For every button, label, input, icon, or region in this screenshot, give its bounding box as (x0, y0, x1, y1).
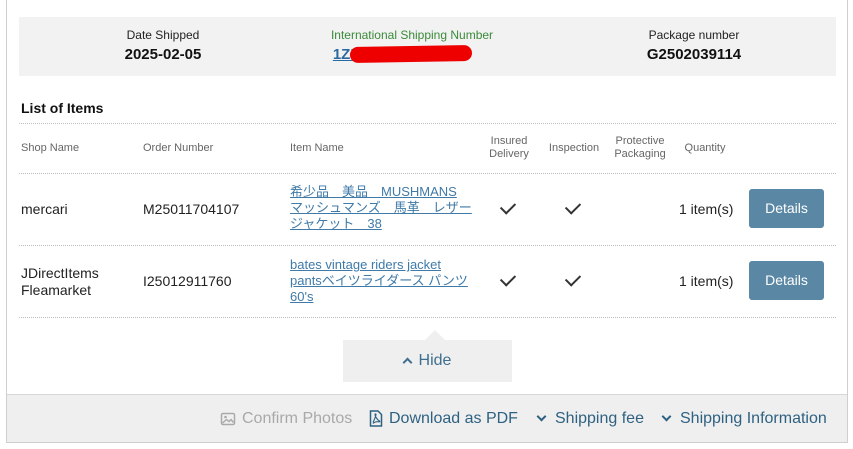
shipment-card: Date Shipped 2025-02-05 International Sh… (6, 0, 848, 443)
shipping-information-label[interactable]: Shipping Information (680, 410, 827, 427)
chevron-down-icon (661, 411, 672, 422)
shop-name-line2: Fleamarket (21, 282, 92, 298)
header-inspection: Inspection (548, 142, 600, 154)
divider (19, 317, 836, 318)
header-item-name: Item Name (290, 142, 344, 154)
hide-caret-icon (425, 330, 445, 340)
package-number-value: G2502039114 (646, 46, 742, 63)
download-pdf-button[interactable]: Download as PDF (369, 409, 518, 429)
item-name-line1[interactable]: bates vintage riders jacket (290, 257, 490, 273)
row-quantity: 1 item(s) (679, 273, 734, 289)
insured-check-icon (499, 198, 517, 215)
item-name-line3[interactable]: 60's (290, 289, 490, 305)
date-shipped-label: Date Shipped (126, 28, 200, 42)
shipping-fee-label[interactable]: Shipping fee (555, 410, 644, 427)
header-insured-line2: Delivery (489, 148, 529, 160)
date-shipped-value: 2025-02-05 (124, 46, 202, 63)
chevron-up-icon (402, 357, 412, 368)
header-insured-delivery: Insured Delivery (477, 135, 541, 161)
item-name-line1[interactable]: 希少品 美品 MUSHMANS (290, 184, 490, 200)
inspection-check-icon (564, 198, 582, 215)
confirm-photos-button: Confirm Photos (220, 409, 352, 429)
package-number-label: Package number (648, 28, 740, 42)
details-button[interactable]: Details (749, 261, 824, 300)
header-protective-line2: Packaging (614, 148, 666, 160)
item-name-line2[interactable]: pantsベイツライダース パンツ (290, 273, 490, 289)
row-shop-name: mercari (21, 201, 68, 217)
divider (19, 123, 836, 124)
shop-name-line1: JDirectItems (21, 265, 99, 281)
header-insured-line1: Insured (490, 135, 528, 147)
divider (19, 245, 836, 246)
international-shipping-number: International Shipping Number 1ZR (302, 28, 522, 64)
details-button[interactable]: Details (749, 189, 824, 228)
package-number: Package number G2502039114 (599, 28, 789, 64)
row-quantity: 1 item(s) (679, 201, 734, 217)
image-icon (220, 412, 236, 426)
confirm-photos-label: Confirm Photos (242, 410, 353, 427)
hide-label[interactable]: Hide (419, 352, 452, 369)
header-quantity: Quantity (684, 142, 726, 154)
row-item-name-link[interactable]: bates vintage riders jacket pantsベイツライダー… (290, 257, 490, 305)
row-order-number: I25012911760 (143, 273, 232, 289)
redaction-mark (349, 44, 473, 64)
list-title: List of Items (21, 100, 104, 116)
pdf-file-icon (369, 410, 383, 428)
divider (19, 173, 836, 174)
header-shop-name: Shop Name (21, 142, 80, 154)
inspection-check-icon (564, 270, 582, 287)
date-shipped: Date Shipped 2025-02-05 (78, 28, 248, 64)
row-item-name-link[interactable]: 希少品 美品 MUSHMANS マッシュマンズ 馬革 レザー ジャケット 38 (290, 184, 490, 232)
shipping-fee-toggle[interactable]: Shipping fee (536, 409, 644, 429)
intl-shipping-label: International Shipping Number (330, 28, 494, 42)
item-name-line2[interactable]: マッシュマンズ 馬革 レザー (290, 200, 490, 216)
item-name-line3[interactable]: ジャケット 38 (290, 216, 490, 232)
header-protective-line1: Protective (615, 135, 665, 147)
insured-check-icon (499, 270, 517, 287)
footer-toolbar: Confirm Photos Download as PDF Shipping … (7, 394, 847, 442)
header-protective-packaging: Protective Packaging (606, 135, 674, 161)
row-shop-name: JDirectItems Fleamarket (21, 265, 99, 299)
intl-shipping-link[interactable]: 1ZR (302, 44, 522, 64)
hide-button[interactable]: Hide (343, 340, 512, 382)
chevron-down-icon (536, 411, 547, 422)
shipping-information-toggle[interactable]: Shipping Information (661, 409, 827, 429)
download-pdf-label[interactable]: Download as PDF (389, 410, 518, 427)
header-order-number: Order Number (143, 142, 214, 154)
shipment-summary: Date Shipped 2025-02-05 International Sh… (19, 17, 836, 76)
row-order-number: M25011704107 (143, 201, 240, 217)
